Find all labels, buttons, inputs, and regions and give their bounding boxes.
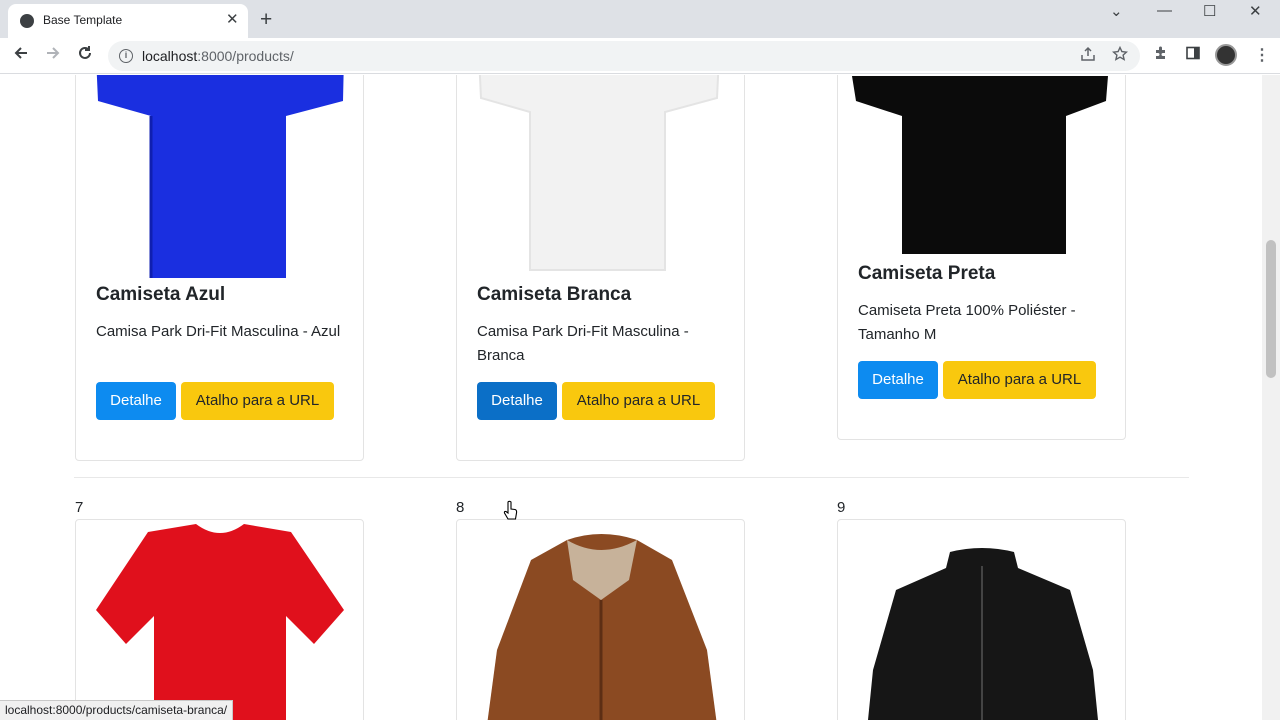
product-description: Camiseta Preta 100% Poliéster - Tamanho … — [858, 302, 1076, 343]
product-image — [838, 520, 1125, 720]
bookmark-star-icon[interactable] — [1111, 45, 1129, 66]
row-divider — [74, 477, 1189, 478]
product-card: Camiseta Preta Camiseta Preta 100% Polié… — [837, 75, 1126, 440]
url-text[interactable]: localhost:8000/products/ — [142, 48, 294, 64]
product-image — [838, 75, 1125, 264]
item-number: 7 — [75, 499, 84, 516]
forward-arrow-icon[interactable] — [44, 44, 62, 67]
url-shortcut-button[interactable]: Atalho para a URL — [181, 382, 334, 420]
tab-title: Base Template — [43, 13, 123, 27]
product-image — [76, 520, 363, 720]
maximize-button[interactable]: ☐ — [1203, 2, 1216, 20]
product-image — [457, 75, 744, 286]
browser-toolbar: i localhost:8000/products/ ⋮ — [0, 38, 1280, 74]
product-title: Camiseta Azul — [96, 284, 226, 305]
detail-button[interactable]: Detalhe — [96, 382, 176, 420]
globe-icon — [20, 14, 34, 28]
product-card: Camiseta Azul Camisa Park Dri-Fit Mascul… — [75, 75, 364, 461]
product-card — [837, 519, 1126, 720]
close-tab-icon[interactable]: ✕ — [226, 10, 239, 28]
product-description: Camisa Park Dri-Fit Masculina - Azul — [96, 323, 341, 340]
item-number: 9 — [837, 499, 846, 516]
detail-button[interactable]: Detalhe — [858, 361, 938, 399]
side-panel-icon[interactable] — [1185, 45, 1201, 65]
product-description: Camisa Park Dri-Fit Masculina - Branca — [477, 323, 689, 364]
info-icon[interactable]: i — [119, 49, 133, 63]
profile-avatar[interactable] — [1215, 44, 1237, 66]
reload-icon[interactable] — [76, 44, 94, 67]
product-title: Camiseta Preta — [858, 263, 996, 284]
hand-cursor-icon — [503, 500, 518, 520]
product-card: Camiseta Branca Camisa Park Dri-Fit Masc… — [456, 75, 745, 461]
new-tab-button[interactable]: + — [260, 6, 272, 34]
extensions-puzzle-icon[interactable] — [1153, 45, 1169, 65]
tab-search-icon[interactable]: ⌄ — [1110, 2, 1123, 20]
page-viewport: Camiseta Azul Camisa Park Dri-Fit Mascul… — [0, 75, 1262, 720]
url-shortcut-button[interactable]: Atalho para a URL — [562, 382, 715, 420]
detail-button[interactable]: Detalhe — [477, 382, 557, 420]
status-bar-url: localhost:8000/products/camiseta-branca/ — [0, 700, 234, 720]
product-title: Camiseta Branca — [477, 284, 632, 305]
item-number: 8 — [456, 499, 465, 516]
product-image — [457, 520, 744, 720]
address-bar[interactable]: i localhost:8000/products/ — [108, 41, 1140, 71]
url-shortcut-button[interactable]: Atalho para a URL — [943, 361, 1096, 399]
browser-tab[interactable]: Base Template ✕ — [8, 4, 248, 38]
product-image — [76, 75, 363, 286]
tab-strip: Base Template ✕ + ⌄ — ☐ ✕ — [0, 0, 1280, 38]
scrollbar-thumb[interactable] — [1266, 240, 1276, 378]
back-arrow-icon[interactable] — [12, 44, 30, 67]
page-scrollbar[interactable] — [1262, 75, 1280, 720]
share-icon[interactable] — [1080, 46, 1096, 66]
minimize-button[interactable]: — — [1157, 2, 1172, 19]
product-card — [456, 519, 745, 720]
menu-kebab-icon[interactable]: ⋮ — [1254, 45, 1270, 65]
close-window-button[interactable]: ✕ — [1249, 2, 1262, 20]
product-card — [75, 519, 364, 720]
